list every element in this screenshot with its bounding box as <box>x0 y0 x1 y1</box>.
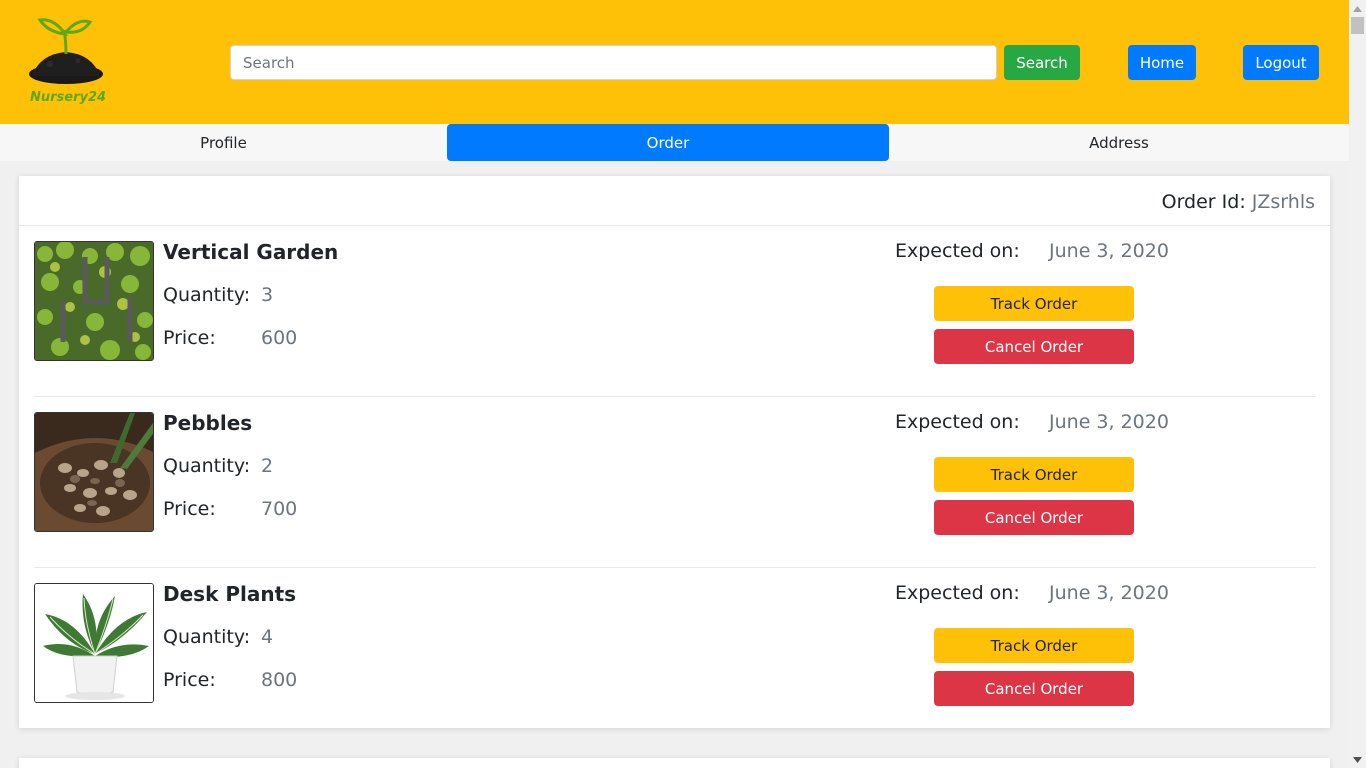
brand-name: Nursery24 <box>30 90 107 105</box>
next-order-card <box>19 758 1330 768</box>
expected-date: June 3, 2020 <box>1049 582 1169 604</box>
quantity-label: Quantity: <box>163 626 251 648</box>
item-name: Vertical Garden <box>163 240 339 264</box>
quantity-value: 2 <box>261 455 274 477</box>
desk-plant-image[interactable] <box>34 583 154 703</box>
quantity-label: Quantity: <box>163 284 251 306</box>
scroll-down-arrow-icon[interactable] <box>1349 751 1366 768</box>
scroll-up-arrow-icon[interactable] <box>1349 0 1366 17</box>
order-card-header: Order Id: JZsrhls <box>19 176 1330 226</box>
cancel-order-button[interactable]: Cancel Order <box>934 329 1134 364</box>
tab-order[interactable]: Order <box>447 124 889 161</box>
price-label: Price: <box>163 498 216 520</box>
top-header: Nursery24 Search Home Logout <box>0 0 1349 124</box>
price-value: 600 <box>261 327 298 349</box>
scroll-thumb[interactable] <box>1351 17 1364 34</box>
order-id-label: Order Id: <box>1161 191 1246 213</box>
quantity-value: 3 <box>261 284 274 306</box>
price-value: 700 <box>261 498 298 520</box>
search-input[interactable] <box>230 45 997 80</box>
price-label: Price: <box>163 327 216 349</box>
expected-label: Expected on: <box>895 411 1020 433</box>
track-order-button[interactable]: Track Order <box>934 286 1134 321</box>
brand-logo[interactable]: Nursery24 <box>26 14 106 110</box>
expected-label: Expected on: <box>895 582 1020 604</box>
cancel-order-button[interactable]: Cancel Order <box>934 500 1134 535</box>
tab-address[interactable]: Address <box>889 124 1349 161</box>
price-label: Price: <box>163 669 216 691</box>
order-item: Pebbles Quantity: 2 Price: 700 Expected … <box>34 397 1316 568</box>
track-order-button[interactable]: Track Order <box>934 457 1134 492</box>
pebbles-image[interactable] <box>34 412 154 532</box>
home-button[interactable]: Home <box>1128 45 1196 80</box>
order-id-value: JZsrhls <box>1251 191 1315 213</box>
quantity-label: Quantity: <box>163 455 251 477</box>
order-id: Order Id: JZsrhls <box>1162 191 1315 213</box>
cancel-order-button[interactable]: Cancel Order <box>934 671 1134 706</box>
item-name: Desk Plants <box>163 582 297 606</box>
search-button[interactable]: Search <box>1004 45 1080 80</box>
vertical-garden-image[interactable] <box>34 241 154 361</box>
expected-date: June 3, 2020 <box>1049 240 1169 262</box>
tab-profile[interactable]: Profile <box>0 124 447 161</box>
quantity-value: 4 <box>261 626 274 648</box>
item-name: Pebbles <box>163 411 253 435</box>
logout-button[interactable]: Logout <box>1243 45 1319 80</box>
page-scrollbar[interactable] <box>1349 0 1366 768</box>
track-order-button[interactable]: Track Order <box>934 628 1134 663</box>
order-item: Desk Plants Quantity: 4 Price: 800 Expec… <box>34 568 1316 739</box>
seedling-icon <box>29 18 103 84</box>
expected-label: Expected on: <box>895 240 1020 262</box>
order-card: Order Id: JZsrhls Vertical Garden Quanti… <box>19 176 1330 728</box>
price-value: 800 <box>261 669 298 691</box>
order-item: Vertical Garden Quantity: 3 Price: 600 E… <box>34 226 1316 397</box>
account-tabs: Profile Order Address <box>0 124 1349 161</box>
expected-date: June 3, 2020 <box>1049 411 1169 433</box>
